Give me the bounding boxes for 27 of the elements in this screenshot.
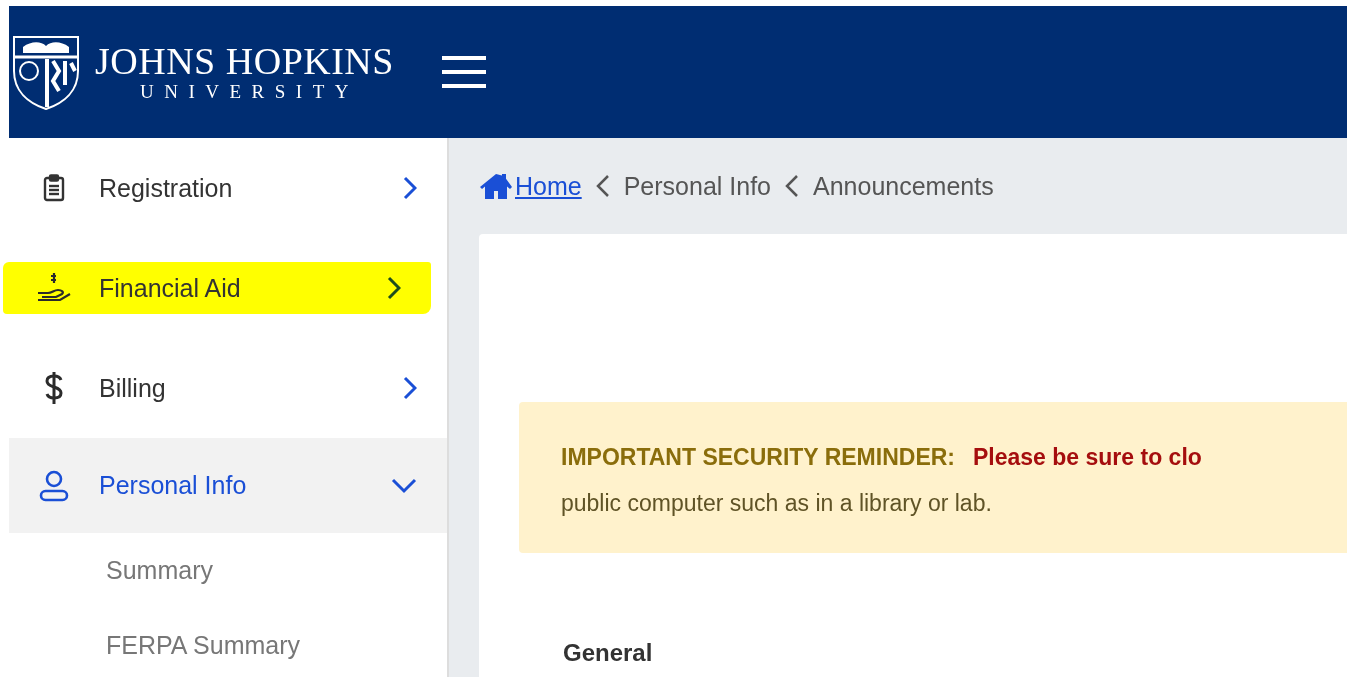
sidebar-item[interactable]: Personal Info (9, 438, 447, 533)
sidebar-item[interactable]: Registration (9, 138, 447, 238)
home-icon (479, 172, 513, 200)
logo-subtitle: UNIVERSITY (139, 81, 359, 103)
clipboard-icon (43, 174, 65, 202)
sidebar-item[interactable]: Financial Aid (3, 262, 431, 314)
sidebar-subitem[interactable]: Summary (9, 533, 219, 608)
banner-title: IMPORTANT SECURITY REMINDER: (561, 444, 955, 470)
chevron-left-icon (595, 174, 610, 198)
sidebar-item[interactable]: Billing (9, 338, 447, 438)
banner-message: Please be sure to clo (973, 444, 1202, 470)
chevron-right-icon (387, 276, 401, 300)
home-link[interactable]: Home (479, 171, 582, 201)
chevron-down-icon (391, 477, 417, 494)
menu-button[interactable] (441, 54, 486, 90)
banner-message-continuation: public computer such as in a library or lab. (561, 489, 993, 518)
chevron-right-icon (403, 176, 417, 200)
logo-wordmark: JOHNS HOPKINS (95, 41, 394, 81)
sidebar-subitem[interactable]: FERPA Summary (9, 608, 307, 677)
chevron-left-icon (785, 174, 799, 198)
breadcrumb-item: Announcements (813, 171, 994, 201)
dollar-icon (44, 371, 64, 405)
person-icon (39, 469, 69, 502)
breadcrumb-item: Personal Info (623, 171, 771, 201)
chevron-right-icon (403, 376, 417, 400)
section-heading: General (563, 639, 654, 667)
shield-logo-icon (11, 33, 81, 111)
